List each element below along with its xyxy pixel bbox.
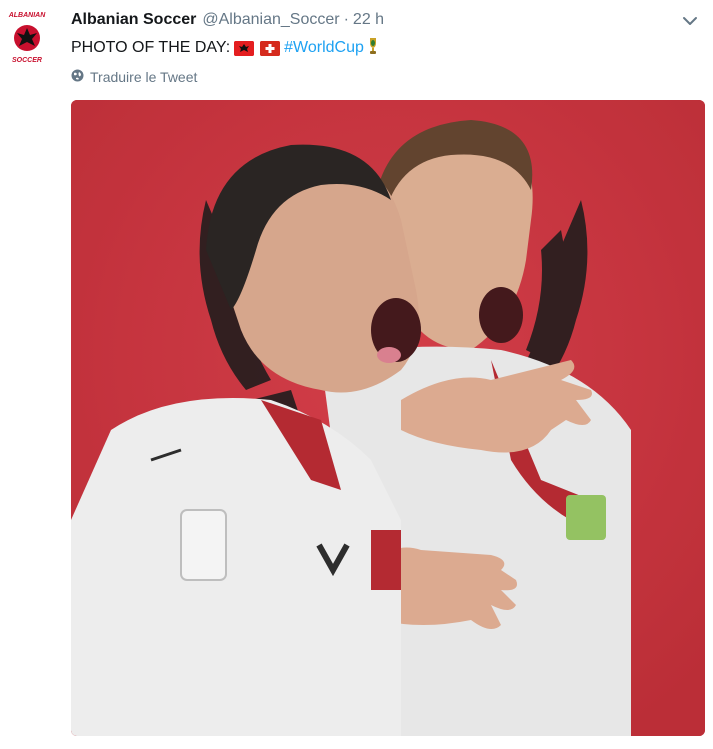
- avatar[interactable]: ALBANIAN SOCCER: [6, 8, 48, 64]
- translate-label: Traduire le Tweet: [90, 69, 198, 85]
- albanian-soccer-logo: ALBANIAN SOCCER: [8, 12, 46, 64]
- photo-illustration: [71, 100, 705, 736]
- logo-text-bottom: SOCCER: [12, 57, 42, 64]
- chevron-down-icon[interactable]: [681, 14, 699, 28]
- tweet-text-prefix: PHOTO OF THE DAY:: [71, 39, 231, 56]
- author-name[interactable]: Albanian Soccer: [71, 11, 196, 29]
- tweet-timestamp[interactable]: 22 h: [353, 11, 384, 29]
- tweet[interactable]: ALBANIAN SOCCER Albanian Soccer @Albania…: [0, 0, 713, 749]
- globe-icon: [71, 69, 84, 85]
- tweet-text: PHOTO OF THE DAY: #WorldCup: [71, 37, 379, 59]
- albania-flag-icon: [234, 40, 255, 56]
- logo-text-top: ALBANIAN: [8, 12, 46, 19]
- translate-tweet-link[interactable]: Traduire le Tweet: [71, 69, 197, 85]
- author-handle[interactable]: @Albanian_Soccer: [202, 11, 339, 29]
- trophy-icon: [367, 37, 379, 60]
- header-separator: ·: [343, 11, 349, 28]
- tweet-header: Albanian Soccer @Albanian_Soccer · 22 h: [71, 11, 384, 31]
- hashtag-link[interactable]: #WorldCup: [284, 39, 364, 57]
- tweet-photo[interactable]: [71, 100, 705, 736]
- switzerland-flag-icon: [260, 40, 281, 56]
